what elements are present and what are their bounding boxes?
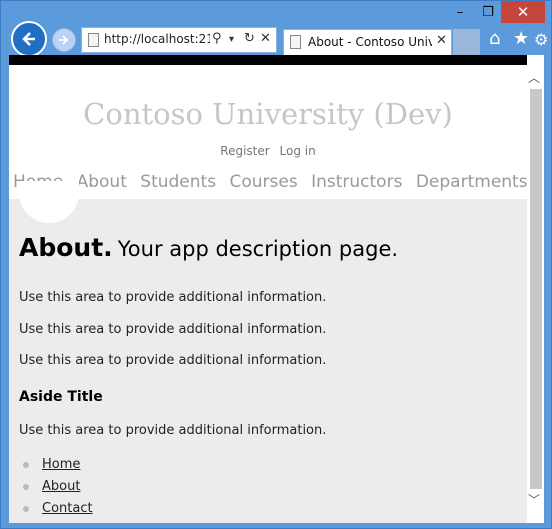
paragraph: Use this area to provide additional info…: [19, 290, 327, 305]
search-icon[interactable]: ⚲: [212, 31, 222, 46]
login-link[interactable]: Log in: [280, 144, 316, 158]
main-content: About. Your app description page. Use th…: [9, 181, 527, 523]
forward-arrow-icon: [59, 35, 69, 45]
refresh-icon[interactable]: ↻: [244, 31, 255, 46]
nav-about[interactable]: About: [77, 172, 127, 192]
header-tab-decoration: [19, 181, 79, 223]
page-viewport: Contoso University (Dev) Register Log in…: [9, 55, 527, 523]
main-nav: Home About Students Courses Instructors …: [9, 172, 527, 192]
scroll-up-icon[interactable]: ︿: [528, 69, 540, 86]
nav-courses[interactable]: Courses: [229, 172, 297, 192]
page-heading-subtitle: Your app description page.: [117, 237, 399, 261]
favorites-star-icon[interactable]: ★: [513, 28, 529, 49]
aside-title: Aside Title: [19, 389, 103, 405]
aside-link-home[interactable]: Home: [42, 457, 80, 472]
bullet: [23, 484, 29, 490]
nav-students[interactable]: Students: [140, 172, 216, 192]
address-bar[interactable]: http://localhost:214 ⚲ ▾ ↻ ✕: [81, 27, 277, 53]
aside-link-contact[interactable]: Contact: [42, 501, 93, 516]
home-icon[interactable]: ⌂: [489, 28, 500, 49]
minimize-button[interactable]: –: [445, 1, 475, 23]
site-header: Contoso University (Dev) Register Log in…: [9, 65, 527, 199]
scroll-down-icon[interactable]: ﹀: [528, 491, 540, 508]
back-arrow-icon: [22, 32, 35, 46]
address-url[interactable]: http://localhost:214: [104, 32, 210, 46]
vertical-scrollbar[interactable]: ︿ ﹀: [527, 55, 544, 523]
settings-gear-icon[interactable]: ⚙: [534, 30, 548, 49]
browser-window: – ❐ ✕ http://localhost:214 ⚲ ▾ ↻ ✕ About…: [0, 0, 552, 529]
page-heading: About. Your app description page.: [19, 233, 398, 262]
site-title[interactable]: Contoso University (Dev): [9, 97, 527, 131]
browser-tab[interactable]: About - Contoso Univ... ✕: [283, 29, 452, 55]
nav-instructors[interactable]: Instructors: [311, 172, 402, 192]
dropdown-arrow-icon[interactable]: ▾: [229, 34, 234, 45]
aside-text: Use this area to provide additional info…: [19, 423, 327, 438]
paragraph: Use this area to provide additional info…: [19, 322, 327, 337]
forward-button[interactable]: [52, 28, 76, 52]
tab-title: About - Contoso Univ...: [308, 35, 432, 49]
page-icon: [290, 35, 301, 49]
register-link[interactable]: Register: [220, 144, 269, 158]
new-tab-button[interactable]: [453, 29, 480, 55]
close-button[interactable]: ✕: [501, 1, 545, 23]
close-tab-icon[interactable]: ✕: [436, 33, 447, 48]
page-heading-bold: About.: [19, 233, 113, 262]
maximize-button[interactable]: ❐: [475, 1, 501, 23]
back-button[interactable]: [11, 21, 47, 57]
paragraph: Use this area to provide additional info…: [19, 353, 327, 368]
auth-links: Register Log in: [9, 144, 527, 158]
aside-link-about[interactable]: About: [42, 479, 80, 494]
scrollbar-thumb[interactable]: [530, 89, 542, 489]
top-bar: [9, 55, 527, 65]
bullet: [23, 462, 29, 468]
page-icon: [88, 33, 99, 47]
bullet: [23, 506, 29, 512]
nav-departments[interactable]: Departments: [416, 172, 527, 192]
stop-icon[interactable]: ✕: [260, 31, 271, 46]
